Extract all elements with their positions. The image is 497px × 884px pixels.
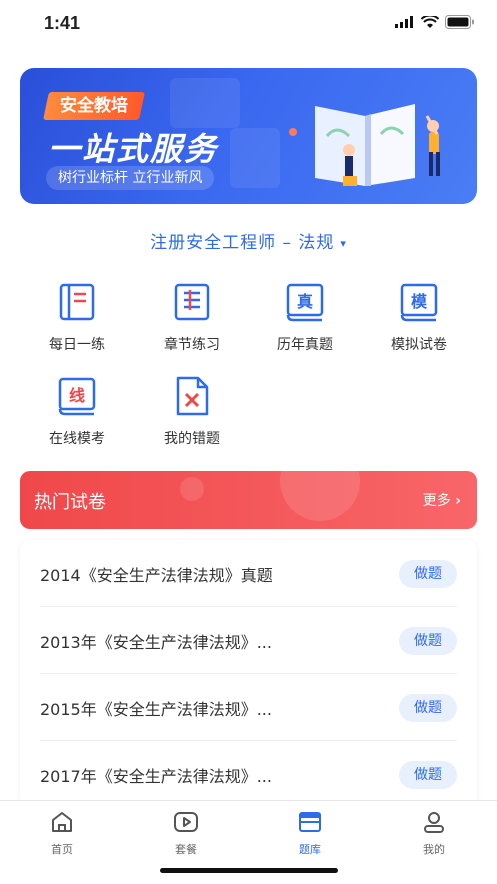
battery-icon [445, 15, 474, 29]
tab-question-bank[interactable]: 题库 [270, 809, 350, 857]
tab-packages[interactable]: 套餐 [146, 809, 226, 857]
tab-label: 我的 [423, 843, 445, 856]
status-icons [395, 15, 475, 29]
user-icon [424, 812, 444, 833]
question-bank-page: 安全教培 一站式服务 树行业标杆 立行业新风 注册安全工程师 – 法规 ▾ 每日… [0, 48, 497, 810]
do-questions-button[interactable]: 做题 [399, 560, 457, 588]
list-item[interactable]: 2013年《安全生产法律法规》... 做题 [20, 607, 477, 674]
hot-papers-header: 热门试卷 更多 › [20, 471, 477, 529]
icon-glyph: 线 [69, 386, 85, 405]
banner-decoration [230, 128, 280, 188]
tab-mine[interactable]: 我的 [394, 809, 474, 857]
feature-label: 每日一练 [49, 337, 105, 353]
book-mo-icon: 模 [400, 283, 438, 322]
header-decoration [180, 477, 204, 501]
feature-label: 我的错题 [164, 431, 220, 447]
promo-banner[interactable]: 安全教培 一站式服务 树行业标杆 立行业新风 [20, 68, 477, 204]
book-illustration-icon [289, 104, 440, 186]
list-book-icon [174, 283, 210, 321]
question-bank-icon [299, 812, 321, 832]
feature-chapter-practice[interactable]: 章节练习 [137, 280, 247, 354]
feature-wrong-questions[interactable]: 我的错题 [137, 374, 247, 448]
feature-mock-papers[interactable]: 模 模拟试卷 [364, 280, 474, 354]
more-link[interactable]: 更多 › [423, 490, 461, 510]
tab-label: 题库 [299, 843, 321, 856]
feature-label: 模拟试卷 [391, 337, 447, 353]
banner-decoration [170, 78, 240, 128]
exam-subject-selector[interactable]: 注册安全工程师 – 法规 ▾ [0, 228, 497, 253]
list-item[interactable]: 2015年《安全生产法律法规》... 做题 [20, 674, 477, 741]
status-bar: 1:41 [0, 0, 497, 48]
banner-tag-text: 安全教培 [60, 96, 128, 116]
do-questions-button[interactable]: 做题 [399, 627, 457, 655]
wifi-icon [421, 15, 439, 28]
home-icon [52, 812, 72, 832]
feature-label: 历年真题 [277, 337, 333, 353]
banner-subtitle: 树行业标杆 立行业新风 [46, 166, 215, 190]
book-zhen-icon: 真 [286, 283, 324, 322]
paper-name: 2015年《安全生产法律法规》... [40, 700, 272, 719]
feature-daily-practice[interactable]: 每日一练 [22, 280, 132, 354]
notebook-icon [59, 283, 95, 321]
tab-label: 套餐 [175, 843, 197, 856]
feature-online-mock-exam[interactable]: 线 在线模考 [22, 374, 132, 448]
do-questions-button[interactable]: 做题 [399, 694, 457, 722]
paper-name: 2017年《安全生产法律法规》... [40, 767, 272, 786]
list-item[interactable]: 2014《安全生产法律法规》真题 做题 [20, 540, 477, 607]
feature-label: 在线模考 [49, 431, 105, 447]
chevron-down-icon: ▾ [340, 236, 347, 250]
do-questions-button[interactable]: 做题 [399, 761, 457, 789]
icon-glyph: 模 [411, 292, 428, 311]
signal-icon [395, 16, 413, 28]
feature-label: 章节练习 [164, 337, 220, 353]
hot-papers-title: 热门试卷 [34, 492, 106, 513]
exam-subject-label: 注册安全工程师 – 法规 [150, 233, 335, 253]
chevron-right-icon: › [455, 493, 461, 509]
list-item[interactable]: 2017年《安全生产法律法规》... 做题 [20, 741, 477, 808]
tab-label: 首页 [51, 843, 73, 856]
banner-title: 一站式服务 [48, 130, 219, 168]
play-icon [174, 812, 198, 832]
book-xian-icon: 线 [58, 377, 96, 416]
icon-glyph: 真 [297, 292, 313, 311]
header-decoration [280, 471, 360, 521]
more-label: 更多 [422, 493, 451, 509]
home-indicator [160, 868, 338, 873]
wrong-doc-icon [176, 376, 209, 416]
feature-past-exams[interactable]: 真 历年真题 [250, 280, 360, 354]
paper-name: 2014《安全生产法律法规》真题 [40, 566, 273, 585]
status-time: 1:41 [44, 13, 81, 33]
paper-name: 2013年《安全生产法律法规》... [40, 633, 272, 652]
tab-home[interactable]: 首页 [22, 809, 102, 857]
paper-list: 2014《安全生产法律法规》真题 做题 2013年《安全生产法律法规》... 做… [20, 540, 477, 810]
banner-tag: 安全教培 [43, 92, 145, 120]
